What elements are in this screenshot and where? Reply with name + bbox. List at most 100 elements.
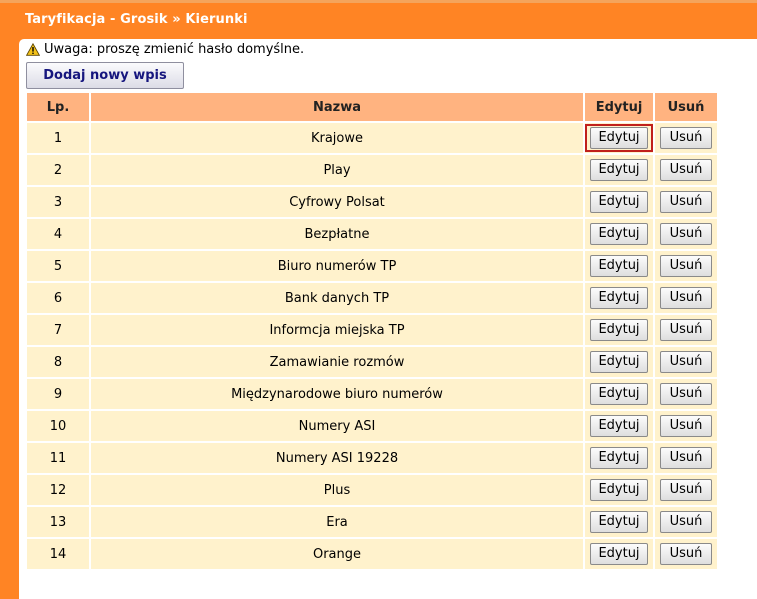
row-edit-cell: Edytuj — [585, 475, 653, 505]
edit-button[interactable]: Edytuj — [590, 127, 648, 149]
row-number: 12 — [27, 475, 89, 505]
row-edit-cell: Edytuj — [585, 187, 653, 217]
delete-button[interactable]: Usuń — [660, 447, 712, 469]
table-row: 2 Play Edytuj Usuń — [27, 155, 717, 185]
row-delete-cell: Usuń — [655, 283, 717, 313]
row-number: 10 — [27, 411, 89, 441]
table-row: 9 Międzynarodowe biuro numerów Edytuj Usuń — [27, 379, 717, 409]
edit-button[interactable]: Edytuj — [590, 415, 648, 437]
table-header-row: Lp. Nazwa Edytuj Usuń — [27, 93, 717, 121]
table-row: 1 Krajowe Edytuj Usuń — [27, 123, 717, 153]
edit-button[interactable]: Edytuj — [590, 255, 648, 277]
delete-button[interactable]: Usuń — [660, 255, 712, 277]
row-edit-cell: Edytuj — [585, 411, 653, 441]
row-number: 14 — [27, 539, 89, 569]
column-header-delete: Usuń — [655, 93, 717, 121]
row-delete-cell: Usuń — [655, 219, 717, 249]
table-row: 8 Zamawianie rozmów Edytuj Usuń — [27, 347, 717, 377]
row-number: 4 — [27, 219, 89, 249]
edit-button[interactable]: Edytuj — [590, 543, 648, 565]
delete-button[interactable]: Usuń — [660, 383, 712, 405]
row-edit-cell: Edytuj — [585, 347, 653, 377]
table-row: 6 Bank danych TP Edytuj Usuń — [27, 283, 717, 313]
row-name: Bezpłatne — [91, 219, 583, 249]
row-delete-cell: Usuń — [655, 187, 717, 217]
row-number: 13 — [27, 507, 89, 537]
row-edit-cell: Edytuj — [585, 219, 653, 249]
row-edit-cell: Edytuj — [585, 507, 653, 537]
row-number: 8 — [27, 347, 89, 377]
table-row: 13 Era Edytuj Usuń — [27, 507, 717, 537]
delete-button[interactable]: Usuń — [660, 127, 712, 149]
row-name: Cyfrowy Polsat — [91, 187, 583, 217]
row-delete-cell: Usuń — [655, 251, 717, 281]
table-row: 10 Numery ASI Edytuj Usuń — [27, 411, 717, 441]
row-edit-cell: Edytuj — [585, 379, 653, 409]
table-row: 3 Cyfrowy Polsat Edytuj Usuń — [27, 187, 717, 217]
directions-table: Lp. Nazwa Edytuj Usuń 1 Krajowe Edytuj Usuń… — [25, 91, 719, 571]
top-strip — [0, 0, 757, 3]
row-name: Bank danych TP — [91, 283, 583, 313]
row-delete-cell: Usuń — [655, 347, 717, 377]
row-name: Play — [91, 155, 583, 185]
delete-button[interactable]: Usuń — [660, 159, 712, 181]
edit-button[interactable]: Edytuj — [590, 191, 648, 213]
row-delete-cell: Usuń — [655, 155, 717, 185]
delete-button[interactable]: Usuń — [660, 351, 712, 373]
row-name: Plus — [91, 475, 583, 505]
delete-button[interactable]: Usuń — [660, 479, 712, 501]
column-header-name: Nazwa — [91, 93, 583, 121]
row-name: Numery ASI 19228 — [91, 443, 583, 473]
edit-button[interactable]: Edytuj — [590, 223, 648, 245]
warning-icon — [26, 43, 40, 56]
row-number: 3 — [27, 187, 89, 217]
edit-button[interactable]: Edytuj — [590, 159, 648, 181]
add-new-entry-button[interactable]: Dodaj nowy wpis — [26, 62, 184, 89]
row-delete-cell: Usuń — [655, 123, 717, 153]
table-row: 11 Numery ASI 19228 Edytuj Usuń — [27, 443, 717, 473]
row-delete-cell: Usuń — [655, 507, 717, 537]
edit-button[interactable]: Edytuj — [590, 287, 648, 309]
table-row: 12 Plus Edytuj Usuń — [27, 475, 717, 505]
row-delete-cell: Usuń — [655, 379, 717, 409]
row-name: Międzynarodowe biuro numerów — [91, 379, 583, 409]
row-name: Biuro numerów TP — [91, 251, 583, 281]
delete-button[interactable]: Usuń — [660, 191, 712, 213]
table-row: 7 Informcja miejska TP Edytuj Usuń — [27, 315, 717, 345]
row-name: Krajowe — [91, 123, 583, 153]
edit-button[interactable]: Edytuj — [590, 511, 648, 533]
row-delete-cell: Usuń — [655, 411, 717, 441]
row-number: 1 — [27, 123, 89, 153]
delete-button[interactable]: Usuń — [660, 543, 712, 565]
row-number: 6 — [27, 283, 89, 313]
row-name: Zamawianie rozmów — [91, 347, 583, 377]
table-row: 4 Bezpłatne Edytuj Usuń — [27, 219, 717, 249]
page-title: Taryfikacja - Grosik » Kierunki — [25, 12, 248, 27]
edit-button[interactable]: Edytuj — [590, 351, 648, 373]
delete-button[interactable]: Usuń — [660, 319, 712, 341]
edit-button[interactable]: Edytuj — [590, 447, 648, 469]
delete-button[interactable]: Usuń — [660, 287, 712, 309]
edit-button[interactable]: Edytuj — [590, 383, 648, 405]
delete-button[interactable]: Usuń — [660, 415, 712, 437]
highlight-box: Edytuj — [585, 124, 653, 152]
row-delete-cell: Usuń — [655, 443, 717, 473]
row-number: 5 — [27, 251, 89, 281]
delete-button[interactable]: Usuń — [660, 511, 712, 533]
row-name: Numery ASI — [91, 411, 583, 441]
table-row: 5 Biuro numerów TP Edytuj Usuń — [27, 251, 717, 281]
delete-button[interactable]: Usuń — [660, 223, 712, 245]
row-delete-cell: Usuń — [655, 315, 717, 345]
edit-button[interactable]: Edytuj — [590, 319, 648, 341]
row-number: 9 — [27, 379, 89, 409]
column-header-lp: Lp. — [27, 93, 89, 121]
edit-button[interactable]: Edytuj — [590, 479, 648, 501]
column-header-edit: Edytuj — [585, 93, 653, 121]
table-row: 14 Orange Edytuj Usuń — [27, 539, 717, 569]
row-name: Informcja miejska TP — [91, 315, 583, 345]
row-edit-cell: Edytuj — [585, 155, 653, 185]
row-edit-cell: Edytuj — [585, 443, 653, 473]
warning-message: Uwaga: proszę zmienić hasło domyślne. — [26, 42, 304, 57]
row-edit-cell: Edytuj — [585, 123, 653, 153]
row-number: 11 — [27, 443, 89, 473]
